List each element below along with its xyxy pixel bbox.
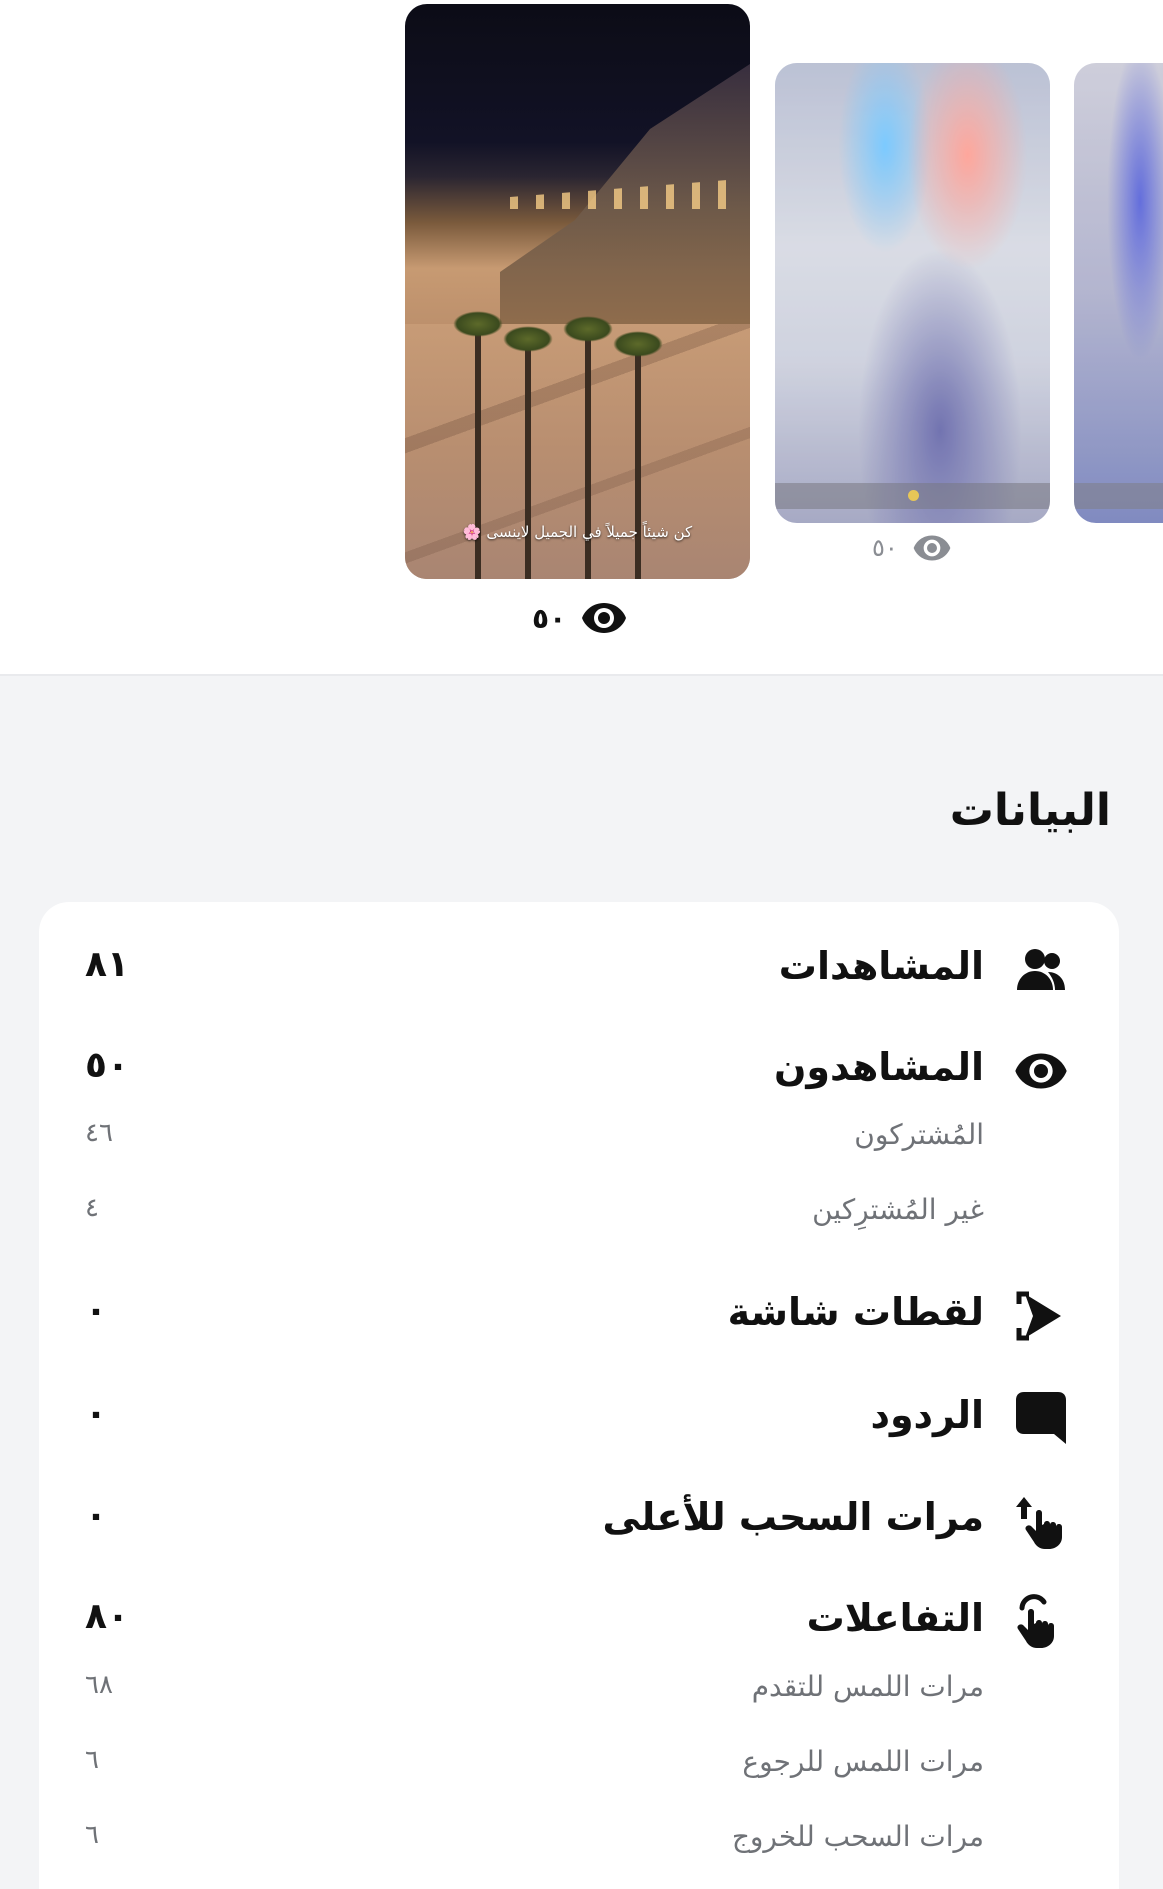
stat-row-interactions: التفاعلات ٨٠	[39, 1586, 1119, 1656]
story-views-count: ٥٠	[532, 600, 628, 636]
stat-label: مرات السحب للأعلى	[602, 1495, 984, 1539]
stat-value: ٠	[85, 1495, 107, 1536]
stat-label: المشاهدات	[778, 944, 984, 988]
story-image-palm	[453, 311, 503, 579]
story-views-count: ٥٠	[872, 533, 952, 563]
stat-row-viewers: المشاهدون ٥٠	[39, 1035, 1119, 1105]
stat-row-swipe-exits: مرات السحب للخروج ٦	[39, 1804, 1119, 1874]
stat-row-swipe-ups: مرات السحب للأعلى ٠	[39, 1485, 1119, 1555]
stat-value: ٤٦	[85, 1118, 113, 1148]
stat-value: ٦٨	[85, 1670, 113, 1700]
story-image-palm	[613, 331, 663, 579]
stat-row-forward-taps: مرات اللمس للتقدم ٦٨	[39, 1654, 1119, 1724]
stat-label: المشاهدون	[773, 1045, 984, 1089]
tap-icon	[1013, 1594, 1069, 1650]
story-dim-overlay	[775, 63, 1050, 523]
two-users-icon	[1013, 942, 1069, 998]
section-title: البيانات	[949, 785, 1111, 836]
stat-row-subscribers: المُشتركون ٤٦	[39, 1102, 1119, 1172]
story-caption: كن شيئاً جميلاً في الجميل لاينسى 🌸	[462, 523, 693, 541]
stats-card: المشاهدات ٨١ المشاهدون ٥٠ المُشتركون ٤٦ …	[39, 902, 1119, 1889]
stat-label: الردود	[870, 1393, 984, 1437]
chat-bubble-icon	[1013, 1391, 1069, 1447]
eye-icon	[1013, 1043, 1069, 1099]
story-sticker-dot	[907, 490, 919, 501]
stat-label: مرات اللمس للتقدم	[751, 1670, 984, 1703]
stat-row-non-subscribers: غير المُشترِكين ٤	[39, 1177, 1119, 1247]
stat-value: ٦	[85, 1745, 99, 1775]
stat-row-screenshots: لقطات شاشة ٠	[39, 1280, 1119, 1350]
story-sticker-bar	[1074, 483, 1163, 509]
story-thumbnail[interactable]	[1074, 63, 1163, 523]
eye-icon	[582, 603, 627, 633]
stat-label: غير المُشترِكين	[812, 1193, 984, 1226]
stat-label: التفاعلات	[806, 1596, 984, 1640]
stat-value: ٠	[85, 1290, 107, 1331]
stat-value: ٠	[85, 1393, 107, 1434]
story-image-palm	[563, 316, 613, 579]
stat-label: مرات السحب للخروج	[731, 1820, 984, 1853]
stat-row-back-taps: مرات اللمس للرجوع ٦	[39, 1729, 1119, 1799]
eye-icon	[913, 535, 951, 561]
stat-value: ٥٠	[85, 1045, 129, 1086]
swipe-up-icon	[1013, 1493, 1069, 1549]
stat-value: ٨١	[85, 944, 129, 985]
stat-label: لقطات شاشة	[727, 1290, 984, 1334]
story-thumbnail[interactable]	[775, 63, 1050, 523]
stat-label: المُشتركون	[854, 1118, 984, 1151]
views-number: ٥٠	[532, 601, 567, 635]
stories-carousel[interactable]: كن شيئاً جميلاً في الجميل لاينسى 🌸 ٥٠ ٥٠	[0, 0, 1163, 676]
screenshot-icon	[1013, 1288, 1069, 1344]
stat-row-views: المشاهدات ٨١	[39, 934, 1119, 1004]
story-thumbnail-selected[interactable]: كن شيئاً جميلاً في الجميل لاينسى 🌸	[405, 4, 750, 579]
stat-value: ٤	[85, 1193, 99, 1223]
stat-row-replies: الردود ٠	[39, 1383, 1119, 1453]
stat-value: ٦	[85, 1820, 99, 1850]
story-image-palm	[503, 326, 553, 579]
stat-value: ٨٠	[85, 1596, 129, 1637]
stat-label: مرات اللمس للرجوع	[742, 1745, 984, 1778]
views-number: ٥٠	[872, 534, 898, 562]
